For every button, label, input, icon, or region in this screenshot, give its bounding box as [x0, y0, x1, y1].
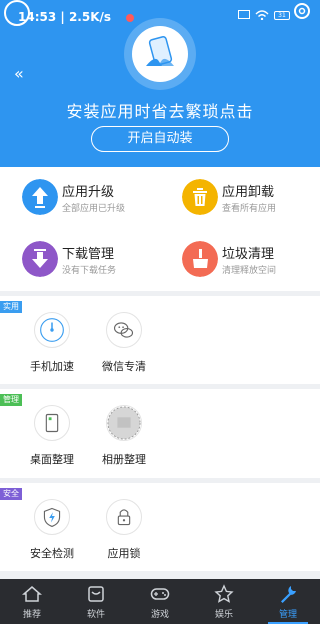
back-chevron-icon[interactable]: « [14, 64, 24, 83]
gamepad-icon [150, 588, 170, 600]
hero-title: 安装应用时省去繁琐点击 [66, 102, 254, 121]
wechat-icon [106, 312, 142, 348]
hero-phone-icon [132, 26, 188, 82]
section-practical: 实用 手机加速 微信专清 [0, 296, 320, 384]
junk-clean-subtitle: 清理释放空间 [222, 266, 277, 276]
app-lock-tool[interactable]: 应用锁 [88, 483, 168, 563]
home-icon [22, 586, 42, 602]
junk-clean-title: 垃圾清理 [222, 247, 275, 262]
bottom-nav: 推荐 软件 游戏 娱乐 管理 [0, 579, 320, 624]
settings-gear-icon[interactable] [290, 0, 314, 22]
hero-illustration [124, 18, 196, 90]
trash-icon [182, 179, 218, 215]
lock-icon [106, 499, 142, 535]
app-upgrade-item[interactable]: 应用升级 全部应用已升级 [0, 167, 160, 229]
shield-icon [34, 499, 70, 535]
nav-software[interactable]: 软件 [64, 579, 128, 624]
quick-actions-grid: 应用升级 全部应用已升级 应用卸载 查看所有应用 下载管理 没有下载任务 垃圾清… [0, 167, 320, 291]
section-security: 安全 安全检测 应用锁 [0, 483, 320, 571]
app-lock-label: 应用锁 [107, 547, 141, 560]
nav-entertainment-label: 娱乐 [214, 610, 233, 620]
nav-entertainment[interactable]: 娱乐 [192, 579, 256, 624]
software-box-icon [88, 586, 104, 602]
upload-arrow-icon [22, 179, 58, 215]
download-arrow-icon [22, 241, 58, 277]
speed-gauge-icon [34, 312, 70, 348]
nav-recommend-label: 推荐 [22, 610, 41, 620]
app-uninstall-title: 应用卸载 [222, 185, 275, 200]
wechat-clean-tool[interactable]: 微信专清 [88, 296, 168, 376]
album-tidy-label: 相册整理 [102, 453, 146, 466]
app-uninstall-item[interactable]: 应用卸载 查看所有应用 [160, 167, 320, 229]
broom-icon [182, 241, 218, 277]
header-banner: 14:53 | 2.5K/s 31 « 安装应用时省去繁琐点击 开启自动装 [0, 0, 320, 167]
star-icon [214, 584, 234, 603]
download-manager-subtitle: 没有下载任务 [62, 266, 117, 276]
nav-games[interactable]: 游戏 [128, 579, 192, 624]
nav-software-label: 软件 [86, 610, 105, 620]
auto-install-button[interactable]: 开启自动装 [91, 126, 229, 152]
nav-games-label: 游戏 [150, 610, 169, 620]
section-manage: 管理 桌面整理 相册整理 [0, 389, 320, 478]
album-icon [106, 405, 142, 441]
app-upgrade-subtitle: 全部应用已升级 [62, 204, 126, 214]
security-check-label: 安全检测 [30, 547, 74, 560]
wifi-icon [255, 10, 269, 20]
phone-speedup-label: 手机加速 [30, 360, 74, 373]
junk-clean-item[interactable]: 垃圾清理 清理释放空间 [160, 229, 320, 291]
desktop-tidy-icon [34, 405, 70, 441]
app-upgrade-title: 应用升级 [62, 185, 115, 200]
status-time: 14:53 | 2.5K/s [18, 10, 112, 24]
app-uninstall-subtitle: 查看所有应用 [222, 204, 277, 214]
desktop-tidy-tool[interactable]: 桌面整理 [16, 389, 96, 469]
nav-recommend[interactable]: 推荐 [0, 579, 64, 624]
wrench-icon [281, 586, 296, 603]
phone-speedup-tool[interactable]: 手机加速 [16, 296, 96, 376]
battery-icon: 31 [274, 10, 290, 20]
notification-dot-icon [126, 14, 134, 22]
status-right: 31 [238, 10, 290, 20]
nav-manage[interactable]: 管理 [256, 579, 320, 624]
download-manager-item[interactable]: 下载管理 没有下载任务 [0, 229, 160, 291]
nav-manage-label: 管理 [278, 610, 297, 620]
wechat-clean-label: 微信专清 [102, 360, 146, 373]
album-tidy-tool[interactable]: 相册整理 [88, 389, 168, 469]
desktop-tidy-label: 桌面整理 [30, 453, 74, 466]
download-manager-title: 下载管理 [62, 247, 115, 262]
security-check-tool[interactable]: 安全检测 [16, 483, 96, 563]
screen-icon [238, 10, 250, 19]
